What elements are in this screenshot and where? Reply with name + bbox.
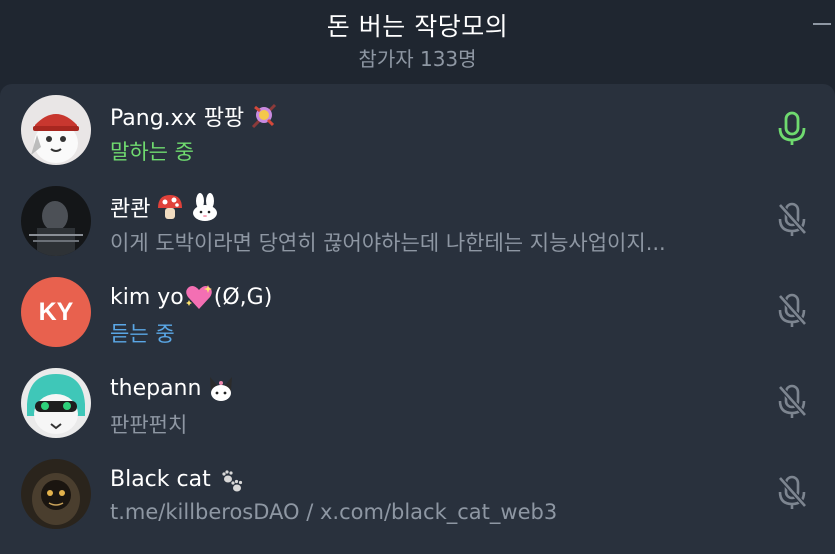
mic-muted-icon[interactable]: [776, 475, 808, 511]
call-header: 돈 버는 작당모의 참가자 133명: [0, 0, 835, 84]
participant-name: Pang.xx 팡팡: [110, 100, 279, 132]
chat-title: 돈 버는 작당모의: [326, 12, 509, 41]
mic-icon[interactable]: [776, 111, 808, 147]
participant-row[interactable]: 콴콴 이게 도박이라면 당연히 끊어야하는데 나한테는 지능사업이지...: [0, 175, 835, 266]
participant-name: 콴콴: [110, 191, 220, 223]
name-text: thepann: [110, 375, 202, 401]
avatar: [21, 186, 91, 256]
avatar: [21, 459, 91, 529]
mushroom-emoji-icon: [155, 192, 185, 222]
mic-muted-icon[interactable]: [776, 202, 808, 238]
paw-prints-emoji-icon: [216, 464, 246, 494]
avatar: [21, 368, 91, 438]
avatar: KY: [21, 277, 91, 347]
participant-row[interactable]: thepann 판판펀치: [0, 357, 835, 448]
participant-row[interactable]: Black cat t.me/killberosDAO / x.com/blac…: [0, 448, 835, 539]
avatar: [21, 95, 91, 165]
participant-status: 듣는 중: [110, 322, 175, 346]
sparkling-heart-emoji-icon: [184, 282, 214, 312]
participant-count: 참가자 133명: [358, 47, 477, 71]
mic-muted-icon[interactable]: [776, 293, 808, 329]
candy-emoji-icon: [249, 101, 279, 131]
name-suffix: (Ø,G): [213, 284, 273, 310]
participant-name: kim yo (Ø,G): [110, 282, 272, 312]
minimize-button[interactable]: [811, 14, 833, 32]
participant-status: 이게 도박이라면 당연히 끊어야하는데 나한테는 지능사업이지...: [110, 231, 666, 255]
bunny-emoji-icon: [190, 192, 220, 222]
name-text: Black cat: [110, 466, 211, 492]
participant-row[interactable]: Pang.xx 팡팡 말하는 중: [0, 84, 835, 175]
participant-status: 판판펀치: [110, 413, 188, 437]
name-text: kim yo: [110, 284, 184, 310]
kuromi-emoji-icon: [206, 373, 236, 403]
participant-status: t.me/killberosDAO / x.com/black_cat_web3: [110, 500, 558, 524]
participant-row[interactable]: KY kim yo (Ø,G) 듣는 중: [0, 266, 835, 357]
participant-status: 말하는 중: [110, 140, 194, 164]
participant-list: Pang.xx 팡팡 말하는 중 콴콴 이게 도박이라면 당연히 끊어야하는데 …: [0, 84, 835, 554]
participant-name: Black cat: [110, 464, 246, 494]
name-text: Pang.xx 팡팡: [110, 106, 245, 131]
participant-name: thepann: [110, 373, 236, 403]
name-text: 콴콴: [110, 197, 151, 222]
mic-muted-icon[interactable]: [776, 384, 808, 420]
